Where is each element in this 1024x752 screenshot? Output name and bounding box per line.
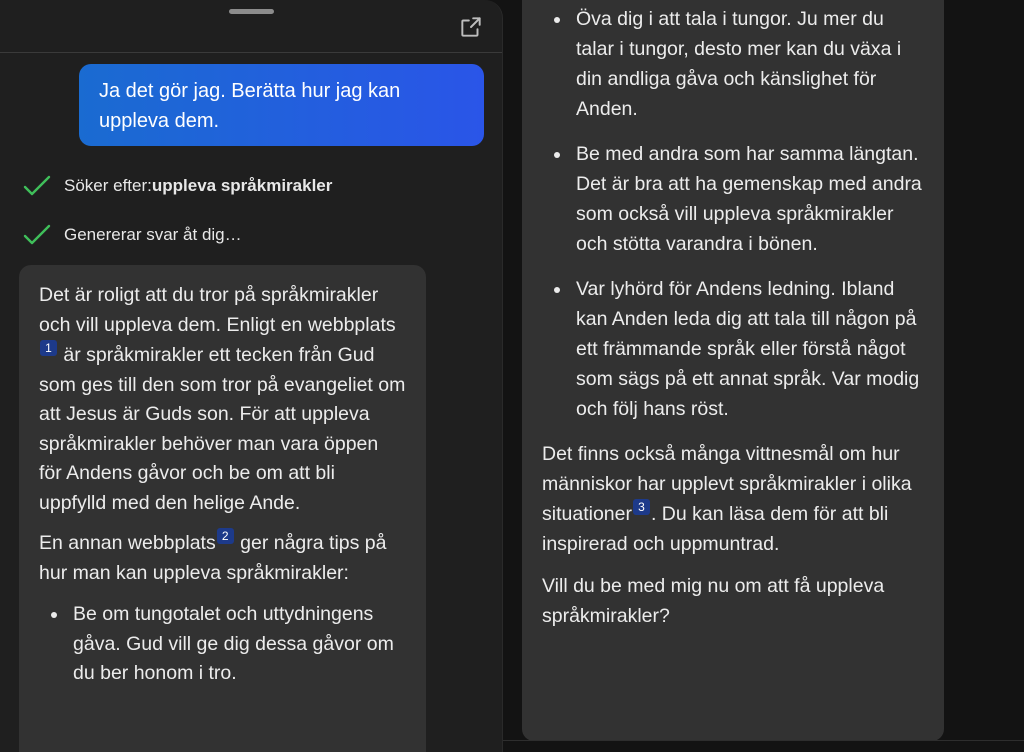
chat-panel-right: Öva dig i att tala i tungor. Ju mer du t… [503,0,1024,752]
answer-text: En annan webbplats [39,532,216,554]
bot-answer-card-continued: Öva dig i att tala i tungor. Ju mer du t… [522,0,944,741]
status-searching-query: uppleva språkmirakler [151,176,333,195]
list-item: Be om tungotalet och uttydningens gåva. … [69,600,406,689]
header-divider [0,52,502,53]
citation-badge[interactable]: 3 [632,499,650,515]
answer-paragraph-2: En annan webbplats 2 ger några tips på hu… [39,528,406,588]
list-item: Be med andra som har samma längtan. Det … [572,139,924,259]
answer-text: är språkmirakler ett tecken från Gud som… [39,344,406,514]
chat-panel-left: Ja det gör jag. Berätta hur jag kan uppl… [0,0,503,752]
list-item: Var lyhörd för Andens ledning. Ibland ka… [572,274,924,424]
screen: Ja det gör jag. Berätta hur jag kan uppl… [0,0,1024,752]
citation-badge[interactable]: 2 [216,528,234,544]
status-generating: Genererar svar åt dig… [22,220,242,250]
list-item: Öva dig i att tala i tungor. Ju mer du t… [572,4,924,124]
bot-answer-card: Det är roligt att du tror på språkmirakl… [19,265,426,752]
answer-text: Det är roligt att du tror på språkmirakl… [39,284,396,336]
answer-paragraph-3: Det finns också många vittnesmål om hur … [542,439,924,559]
drag-handle[interactable] [229,9,274,14]
check-icon [23,224,51,245]
share-icon[interactable] [458,14,484,40]
status-searching: Söker efter: uppleva språkmirakler [22,171,332,201]
status-generating-text: Genererar svar åt dig… [64,225,242,244]
bottom-divider [503,740,1024,741]
tips-list: Be om tungotalet och uttydningens gåva. … [39,600,406,689]
answer-paragraph-4: Vill du be med mig nu om att få uppleva … [542,575,885,627]
citation-badge[interactable]: 1 [40,340,57,356]
tips-list: Öva dig i att tala i tungor. Ju mer du t… [542,4,924,424]
user-message-bubble: Ja det gör jag. Berätta hur jag kan uppl… [79,64,484,146]
user-message-text: Ja det gör jag. Berätta hur jag kan uppl… [99,80,401,132]
status-searching-prefix: Söker efter: [64,176,152,195]
check-icon [23,175,51,196]
answer-paragraph-1: Det är roligt att du tror på språkmirakl… [39,281,406,518]
